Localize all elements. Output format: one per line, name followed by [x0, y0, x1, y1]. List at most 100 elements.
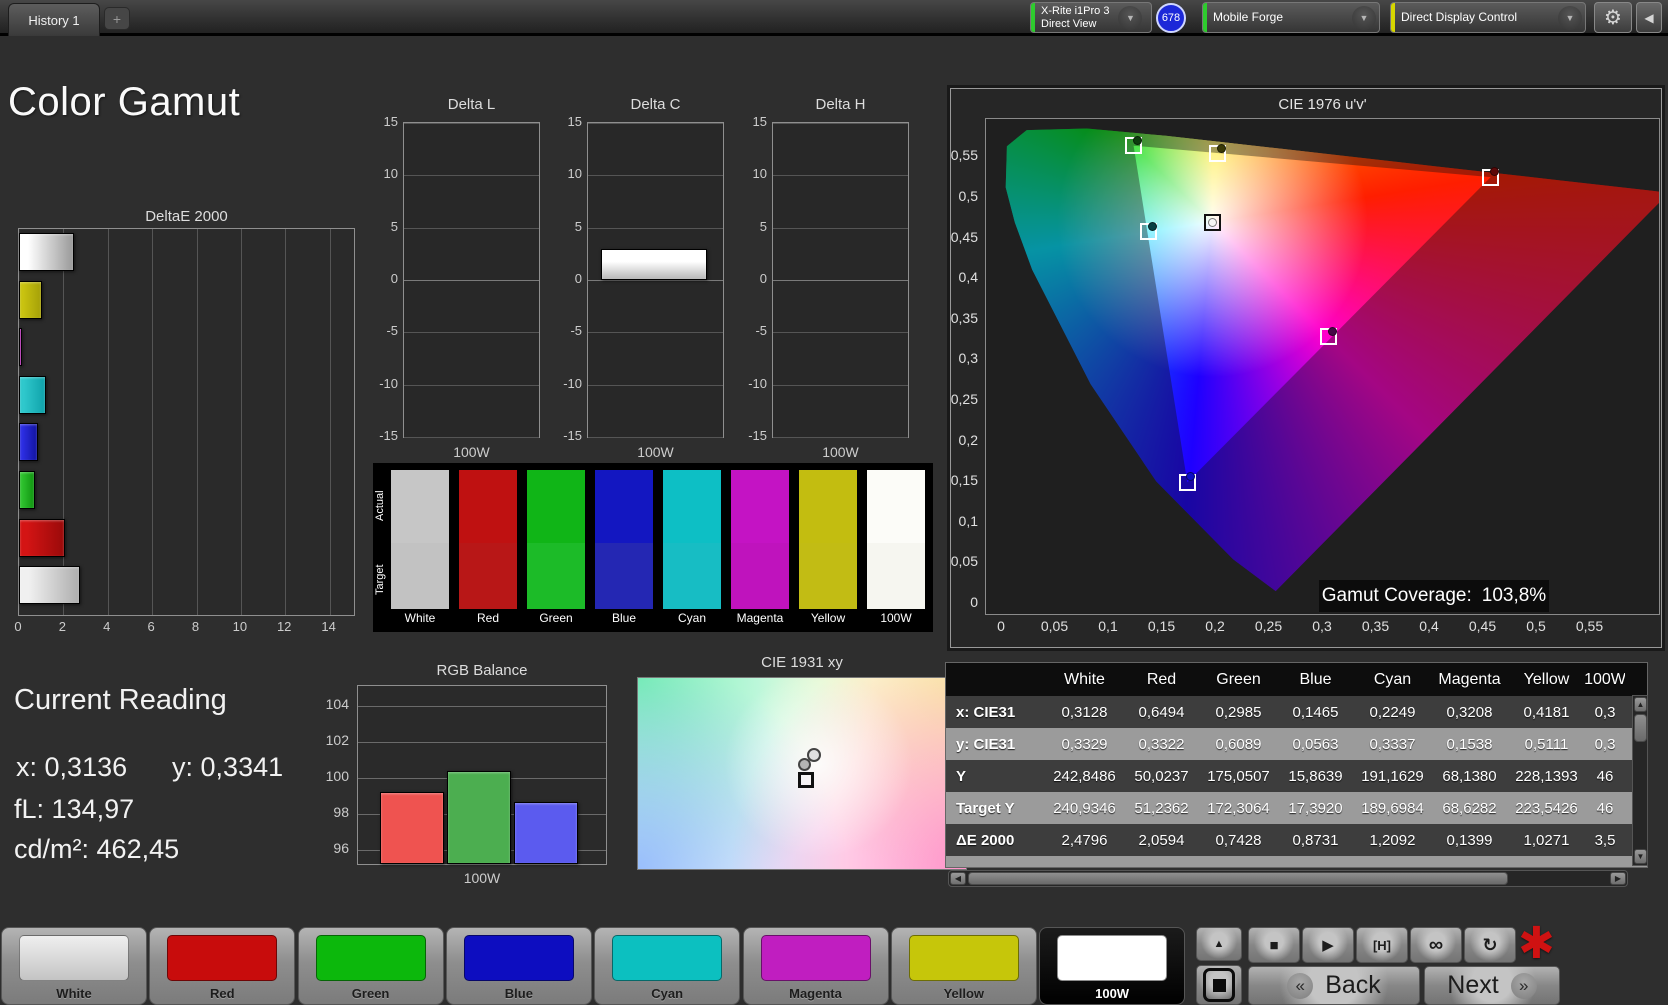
- swatch-label: Cyan: [677, 611, 706, 625]
- back-button[interactable]: «Back: [1248, 966, 1420, 1005]
- gridline: [588, 384, 723, 386]
- pattern-button-blue[interactable]: Blue: [445, 927, 592, 1005]
- axis-tick-label: 0: [970, 594, 978, 610]
- scroll-right-icon[interactable]: ▶: [1610, 872, 1626, 885]
- table-cell: 3,5: [1594, 831, 1616, 849]
- refresh-icon[interactable]: ↻: [1464, 927, 1516, 963]
- chevron-down-icon[interactable]: ▼: [1558, 5, 1582, 30]
- meter-selector[interactable]: X-Rite i1Pro 3 Direct View ▼: [1030, 2, 1152, 33]
- chevron-down-icon[interactable]: ▼: [1118, 5, 1143, 30]
- scroll-thumb[interactable]: [1634, 714, 1647, 742]
- current-reading-title: Current Reading: [14, 684, 227, 716]
- table-cell: 1,8681: [1046, 856, 1123, 868]
- deltae-bar-red: [19, 518, 65, 557]
- rgb-balance-x-label: 100W: [463, 870, 501, 886]
- reading-y: y: 0,3341: [172, 752, 284, 782]
- scroll-up-icon[interactable]: ▲: [1634, 697, 1647, 712]
- axis-tick-label: -10: [748, 375, 767, 391]
- table-cell: 240,9346: [1053, 799, 1116, 817]
- swatch-label: Blue: [611, 611, 637, 625]
- axis-tick-label: 15: [383, 114, 398, 129]
- pattern-window-mode-button[interactable]: [1196, 965, 1242, 1005]
- chevron-down-icon[interactable]: ▼: [1352, 5, 1376, 30]
- collapse-panel-icon[interactable]: ◀: [1636, 2, 1662, 33]
- gridline: [588, 175, 723, 177]
- scroll-thumb[interactable]: [968, 872, 1508, 885]
- table-cell: 0,3208: [1446, 703, 1493, 721]
- pattern-button-cyan[interactable]: Cyan: [594, 927, 741, 1005]
- axis-tick-label: 5: [390, 218, 398, 234]
- pattern-button-label: Cyan: [651, 986, 684, 1001]
- gridline: [773, 123, 908, 124]
- table-cell: 0,3128: [1061, 703, 1108, 721]
- pattern-button-yellow[interactable]: Yellow: [890, 927, 1037, 1005]
- target-swatch-cyan: [663, 543, 721, 609]
- pattern-button-magenta[interactable]: Magenta: [742, 927, 889, 1005]
- axis-tick-label: 0,35: [950, 309, 978, 326]
- scroll-down-icon[interactable]: ▼: [1634, 849, 1647, 864]
- loop-icon[interactable]: ∞: [1410, 927, 1462, 963]
- table-cell: 228,1393: [1515, 767, 1578, 785]
- table-row: ΔE ITP1,86810,35353,06300,65701,74070,52…: [946, 856, 1647, 868]
- table-cell: 0,7428: [1215, 831, 1262, 849]
- axis-tick-label: 102: [325, 731, 349, 748]
- source-selector[interactable]: Mobile Forge ▼: [1202, 2, 1380, 33]
- actual-swatch-magenta: [731, 470, 789, 543]
- table-row: Y 242,8486 50,0237 175,0507 15,8639 191,1629 6…: [946, 760, 1647, 792]
- next-button[interactable]: Next»: [1424, 966, 1560, 1005]
- axis-tick-label: -15: [379, 428, 398, 443]
- table-cell: 0,3329: [1061, 735, 1108, 753]
- pattern-button-red[interactable]: Red: [149, 927, 296, 1005]
- swatch-label: Red: [476, 611, 499, 625]
- axis-tick-label: 8: [191, 619, 200, 634]
- gridline: [196, 229, 198, 615]
- pattern-up-icon[interactable]: ▲: [1196, 927, 1242, 961]
- table-cell: 0,4181: [1523, 703, 1570, 721]
- pattern-swatch: [760, 935, 871, 981]
- column-header: Red: [1146, 670, 1177, 688]
- rgb-bar-red: [380, 792, 444, 864]
- actual-swatch-100w: [867, 470, 925, 543]
- gridline: [588, 123, 723, 124]
- target-swatch-white: [391, 543, 449, 609]
- table-cell: 3,0630: [1200, 856, 1277, 868]
- table-cell: 51,2362: [1134, 799, 1189, 817]
- deltae-bar-white: [19, 233, 74, 271]
- table-header-row: White Red Green Blue Cyan Magenta Yellow 100W: [946, 663, 1647, 696]
- table-horizontal-scrollbar[interactable]: ◀ ▶: [948, 870, 1628, 887]
- table-cell: 0,8731: [1292, 831, 1339, 849]
- workflow-selector[interactable]: Direct Display Control ▼: [1390, 2, 1586, 33]
- table-vertical-scrollbar[interactable]: ▲ ▼: [1632, 695, 1648, 866]
- pattern-swatch: [612, 935, 723, 981]
- step-icon[interactable]: [H]: [1356, 927, 1408, 963]
- scroll-left-icon[interactable]: ◀: [950, 872, 966, 885]
- table-cell: 0,2249: [1369, 703, 1416, 721]
- deltae-bar-cyan: [19, 375, 46, 414]
- target-row-label: Target: [374, 564, 386, 596]
- rgb-bar-blue: [514, 802, 578, 864]
- table-cell: 242,8486: [1053, 767, 1116, 785]
- tab-history-1[interactable]: History 1: [8, 3, 100, 36]
- axis-tick-label: 0,2: [958, 431, 978, 448]
- rgb-balance-title: RGB Balance: [436, 662, 528, 679]
- column-header: Yellow: [1523, 670, 1570, 688]
- pattern-button-green[interactable]: Green: [297, 927, 444, 1005]
- pattern-button-100w[interactable]: 100W: [1039, 927, 1186, 1005]
- axis-tick-label: 100: [325, 767, 349, 784]
- add-tab-button[interactable]: +: [104, 7, 130, 30]
- table-cell: 175,0507: [1207, 767, 1270, 785]
- status-asterisk-icon: ✱: [1518, 919, 1555, 968]
- axis-tick-label: 0,2: [1205, 618, 1225, 634]
- axis-tick-label: 5: [759, 218, 767, 234]
- row-label: Y: [956, 767, 967, 785]
- pattern-button-white[interactable]: White: [1, 927, 147, 1005]
- column-header: Blue: [1299, 670, 1332, 688]
- gear-icon[interactable]: ⚙: [1594, 2, 1632, 33]
- axis-tick-label: 0,55: [950, 147, 978, 164]
- measured-marker-cyan: [1147, 221, 1157, 231]
- play-icon[interactable]: ▶: [1302, 927, 1354, 963]
- target-swatch-yellow: [799, 543, 857, 609]
- pattern-swatch: [908, 935, 1019, 981]
- cie1931-plot: [637, 677, 967, 870]
- stop-icon[interactable]: ■: [1248, 927, 1300, 963]
